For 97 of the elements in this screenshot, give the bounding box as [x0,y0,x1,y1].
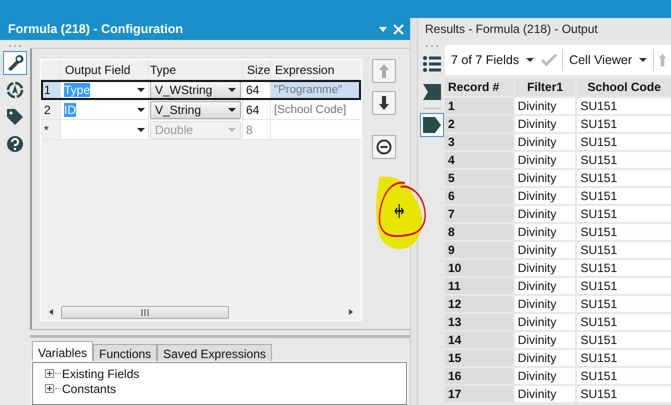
table-cell: SU151 [577,368,671,384]
table-cell: Divinity [514,260,578,276]
row-number: 2 [445,116,515,132]
dropdown-icon[interactable] [228,108,236,112]
tab[interactable]: Functions [93,344,158,362]
table-cell: 64 [243,100,271,119]
dropdown-icon[interactable] [228,88,236,92]
table-cell: Divinity [514,206,578,222]
table-cell: SU151 [577,170,671,186]
cell-viewer-dropdown[interactable]: Cell Viewer [567,53,650,67]
table-cell: Divinity [514,368,578,384]
scroll-right-icon[interactable] [347,308,355,316]
row-number: 4 [445,152,515,168]
remove-button[interactable] [372,135,396,159]
table-cell: SU151 [577,134,671,150]
row-number: 14 [445,332,515,348]
table-cell: [School Code] [271,100,361,119]
table-cell: SU151 [577,152,671,168]
output-field-dropdown[interactable] [61,120,149,139]
row-number: 6 [445,188,515,204]
dropdown-icon[interactable] [137,108,145,112]
table-cell: SU151 [577,350,671,366]
dropdown-icon[interactable] [639,58,648,62]
row-number: 5 [445,170,515,186]
row-number: 17 [445,386,515,402]
column-header[interactable]: School Code [577,78,671,96]
row-header: * [41,120,61,139]
tag-icon[interactable] [420,113,444,137]
table-cell: 8 [243,120,271,139]
table-cell: Divinity [514,350,578,366]
row-number: 12 [445,296,515,312]
table-cell: Divinity [514,296,578,312]
table-cell: Divinity [514,314,578,330]
table-cell: SU151 [577,188,671,204]
table-cell: "Programme" [271,80,361,99]
table-cell: Divinity [514,152,578,168]
table-cell: Divinity [514,332,578,348]
move-down-button[interactable] [372,91,396,115]
row-number: 10 [445,260,515,276]
table-cell: SU151 [577,260,671,276]
datatype-dropdown[interactable]: V_String [150,100,241,118]
row-number: 8 [445,224,515,240]
dropdown-icon[interactable] [137,88,145,92]
arrow-down-icon [378,95,390,111]
expand-icon[interactable] [45,384,54,393]
tab[interactable]: Saved Expressions [157,344,272,362]
dropdown-icon[interactable] [137,128,145,132]
table-cell: SU151 [577,314,671,330]
tree-item[interactable]: Existing Fields [62,366,140,380]
row-number: 15 [445,350,515,366]
column-header[interactable]: Filter1 [514,78,578,96]
table-cell: Divinity [514,224,578,240]
scroll-left-icon[interactable] [47,308,55,316]
table-cell: SU151 [577,242,671,258]
table-cell: SU151 [577,98,671,114]
row-header: 1 [41,80,61,99]
row-number: 1 [445,98,515,114]
table-cell: SU151 [577,278,671,294]
row-number: 9 [445,242,515,258]
tab[interactable]: Variables [32,341,94,362]
row-number: 3 [445,134,515,150]
fields-dropdown[interactable]: 7 of 7 Fields [449,53,536,67]
arrow-up-icon [378,63,390,79]
table-cell: SU151 [577,296,671,312]
row-number: 16 [445,368,515,384]
table-cell: SU151 [577,332,671,348]
table-cell: SU151 [577,224,671,240]
table-cell: SU151 [577,116,671,132]
table-cell: Divinity [514,188,578,204]
column-header[interactable]: Record # [445,78,515,96]
close-icon[interactable] [393,24,404,34]
column-header[interactable]: Type [149,60,243,79]
dropdown-icon[interactable] [526,58,534,62]
grip-icon [424,44,438,48]
table-cell: Divinity [514,242,578,258]
table-cell: Divinity [514,278,578,294]
minus-circle-icon [376,139,392,155]
tree-item[interactable]: Constants [62,382,116,396]
table-cell: Divinity [514,116,578,132]
table-cell: Divinity [514,386,578,402]
panel-title: Formula (218) - Configuration [8,22,184,36]
grip-icon[interactable] [141,308,149,316]
table-cell: SU151 [577,206,671,222]
table-cell: Divinity [514,98,578,114]
table-cell: Divinity [514,170,578,186]
row-number: 13 [445,314,515,330]
table-cell: 64 [243,80,271,99]
grip-icon [8,44,22,48]
row-number: 7 [445,206,515,222]
table-cell: Divinity [514,134,578,150]
datatype-dropdown[interactable]: V_WString [150,80,241,98]
row-number: 11 [445,278,515,294]
expand-icon[interactable] [45,369,54,378]
panel-title: Results - Formula (218) - Output [425,22,598,36]
table-cell: SU151 [577,386,671,402]
check-icon[interactable] [540,52,558,68]
wrench-icon[interactable] [3,51,27,75]
